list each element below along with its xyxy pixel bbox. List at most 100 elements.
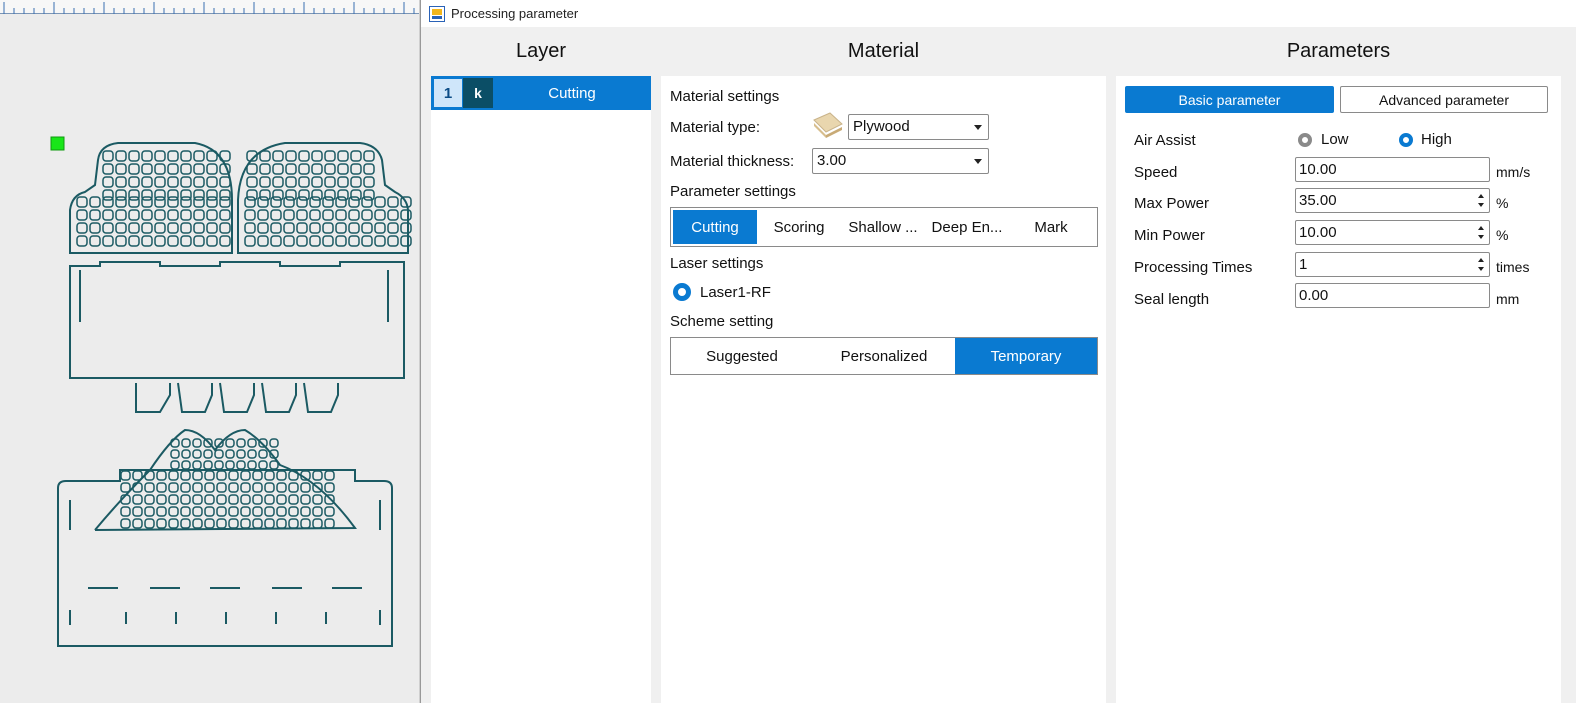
design-canvas[interactable] (0, 0, 420, 703)
material-type-select[interactable]: Plywood (848, 114, 989, 140)
design-mosaic-cell (102, 189, 114, 201)
speed-input[interactable]: 10.00 (1295, 157, 1490, 182)
design-mosaic-cell (132, 518, 143, 529)
laser1-rf-radio[interactable] (673, 283, 691, 301)
origin-marker (50, 136, 65, 151)
design-mosaic-cell (264, 518, 275, 529)
design-mosaic-cell (128, 189, 140, 201)
design-mosaic-cell (363, 163, 375, 175)
design-mosaic-cell (180, 518, 191, 529)
design-mosaic-cell (206, 163, 218, 175)
advanced-parameter-button[interactable]: Advanced parameter (1340, 86, 1548, 113)
design-mosaic-cell (132, 494, 143, 505)
design-mosaic-cell (374, 196, 386, 208)
design-mosaic-cell (115, 189, 127, 201)
tab-suggested[interactable]: Suggested (671, 338, 813, 374)
design-mosaic-cell (361, 209, 373, 221)
parameter-settings-heading: Parameter settings (670, 183, 796, 200)
processing-times-input[interactable]: 1 (1295, 252, 1490, 277)
design-mosaic-cell (89, 235, 101, 247)
design-mosaic-cell (216, 518, 227, 529)
design-mosaic-cell (168, 482, 179, 493)
design-mosaic-cell (102, 176, 114, 188)
design-mosaic-cell (180, 235, 192, 247)
laser-design-preview (50, 136, 412, 647)
design-mosaic-cell (296, 209, 308, 221)
design-mosaic-cell (337, 176, 349, 188)
tab-shallow-engraving[interactable]: Shallow ... (841, 210, 925, 244)
design-tray (69, 261, 405, 379)
design-mosaic-cell (102, 196, 114, 208)
max-power-input[interactable]: 35.00 (1295, 188, 1490, 213)
design-mosaic-cell (387, 209, 399, 221)
design-mosaic-cell (252, 482, 263, 493)
design-mosaic-cell (206, 209, 218, 221)
processing-parameter-dialog: Processing parameter Layer Material Para… (420, 0, 1576, 703)
window-title: Processing parameter (451, 6, 579, 21)
tab-mark[interactable]: Mark (1009, 210, 1093, 244)
design-mosaic-cell (204, 482, 215, 493)
design-mosaic-cell (244, 222, 256, 234)
tab-deep-engraving[interactable]: Deep En... (925, 210, 1009, 244)
design-mosaic-cell (324, 470, 335, 481)
design-mosaic-cell (244, 209, 256, 221)
design-mosaic-cell (193, 235, 205, 247)
stepper-arrows-icon[interactable] (1478, 255, 1486, 274)
material-column-heading: Material (847, 40, 920, 62)
tab-personalized[interactable]: Personalized (813, 338, 955, 374)
design-mosaic-cell (120, 506, 131, 517)
design-mosaic-cell (276, 470, 287, 481)
design-mosaic-cell (309, 222, 321, 234)
air-assist-high-radio[interactable] (1399, 133, 1413, 147)
design-mosaic-cell (206, 176, 218, 188)
design-mosaic-cell (141, 176, 153, 188)
design-mosaic-cell (270, 222, 282, 234)
tab-temporary[interactable]: Temporary (955, 338, 1097, 374)
design-mosaic-cell (192, 438, 202, 448)
design-mosaic-cell (102, 209, 114, 221)
design-mosaic-cell (181, 438, 191, 448)
max-power-unit: % (1496, 195, 1509, 211)
seal-length-input[interactable]: 0.00 (1295, 283, 1490, 308)
design-mosaic-cell (288, 482, 299, 493)
design-mosaic-cell (89, 222, 101, 234)
design-mosaic-cell (180, 209, 192, 221)
design-mosaic-cell (76, 209, 88, 221)
scheme-tabs: Suggested Personalized Temporary (670, 337, 1098, 375)
design-mosaic-cell (264, 506, 275, 517)
layer-row-cutting[interactable]: 1 k Cutting (431, 76, 651, 110)
stepper-arrows-icon[interactable] (1478, 191, 1486, 210)
design-mosaic-cell (335, 235, 347, 247)
laser1-rf-label: Laser1-RF (700, 284, 771, 301)
laser-settings-heading: Laser settings (670, 255, 764, 272)
seal-length-label: Seal length (1134, 291, 1210, 308)
material-thickness-select[interactable]: 3.00 (812, 148, 989, 174)
air-assist-low-radio[interactable] (1298, 133, 1312, 147)
design-mosaic-cell (141, 163, 153, 175)
design-mosaic-cell (76, 196, 88, 208)
design-mosaic-cell (154, 189, 166, 201)
design-mosaic-cell (288, 518, 299, 529)
min-power-input[interactable]: 10.00 (1295, 220, 1490, 245)
tab-cutting[interactable]: Cutting (673, 210, 757, 244)
layer-column-heading: Layer (515, 40, 567, 62)
design-mosaic-cell (102, 235, 114, 247)
design-mosaic-cell (89, 209, 101, 221)
design-mosaic-cell (400, 222, 412, 234)
design-mosaic-cell (214, 449, 224, 459)
stepper-arrows-icon[interactable] (1478, 223, 1486, 242)
tab-scoring[interactable]: Scoring (757, 210, 841, 244)
speed-unit: mm/s (1496, 164, 1531, 180)
basic-parameter-button[interactable]: Basic parameter (1125, 86, 1334, 113)
title-bar[interactable]: Processing parameter (421, 0, 1576, 27)
design-mosaic-cell (300, 506, 311, 517)
design-mosaic-cell (259, 163, 271, 175)
design-mosaic-cell (154, 222, 166, 234)
design-mosaic-cell (115, 150, 127, 162)
design-mosaic-cell (264, 482, 275, 493)
design-mosaic-cell (132, 482, 143, 493)
design-mosaic-cell (264, 494, 275, 505)
design-mosaic-cell (300, 518, 311, 529)
design-mosaic-cell (180, 470, 191, 481)
design-mosaic-cell (167, 163, 179, 175)
